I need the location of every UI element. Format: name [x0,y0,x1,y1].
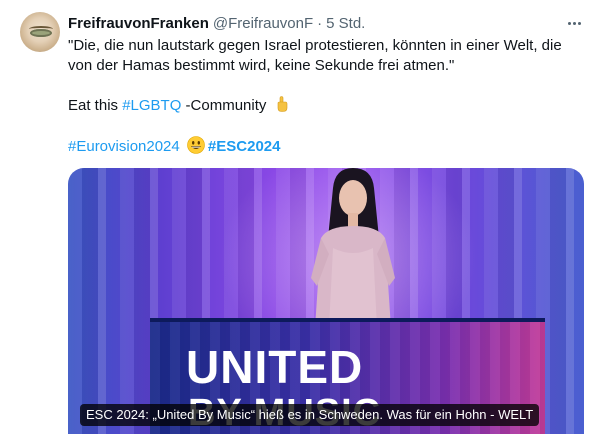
hashtag-eurovision2024[interactable]: #Eurovision2024 [68,138,180,155]
media-caption[interactable]: ESC 2024: „United By Music“ hieß es in S… [80,404,540,426]
hashtag-lgbtq[interactable]: #LGBTQ [122,97,181,114]
avatar[interactable] [20,12,60,52]
tweet-text-line-3: Eat this #LGBTQ -Community [68,96,289,116]
author-name[interactable]: FreifrauvonFranken [68,15,209,32]
tweet-text-line-2: von der Hamas bestimmt wird, keine Sekun… [68,57,455,74]
header-separator: · [317,14,323,32]
tweet-media-image[interactable]: UNITED BY MUSIC [68,168,584,434]
tweet-text-line-1: "Die, die nun lautstark gegen Israel pro… [68,37,562,54]
community-text: -Community [181,97,267,114]
pointing-up-hand-icon [277,96,287,112]
presenter-figure [311,168,395,328]
tweet-timestamp[interactable]: 5 Std. [326,15,365,32]
podium-text-united: UNITED [186,341,364,393]
tweet-text-line-4: #Eurovision2024 #ESC2024 [68,136,280,157]
eat-this-text: Eat this [68,97,123,114]
grinning-face-icon [187,136,205,154]
hashtag-esc2024[interactable]: #ESC2024 [208,138,281,155]
more-horizontal-icon[interactable] [564,14,584,32]
tweet-header: FreifrauvonFranken @FreifrauvonF · 5 Std… [68,14,365,32]
author-handle[interactable]: @FreifrauvonF [213,15,313,32]
avatar-eye [30,29,52,37]
